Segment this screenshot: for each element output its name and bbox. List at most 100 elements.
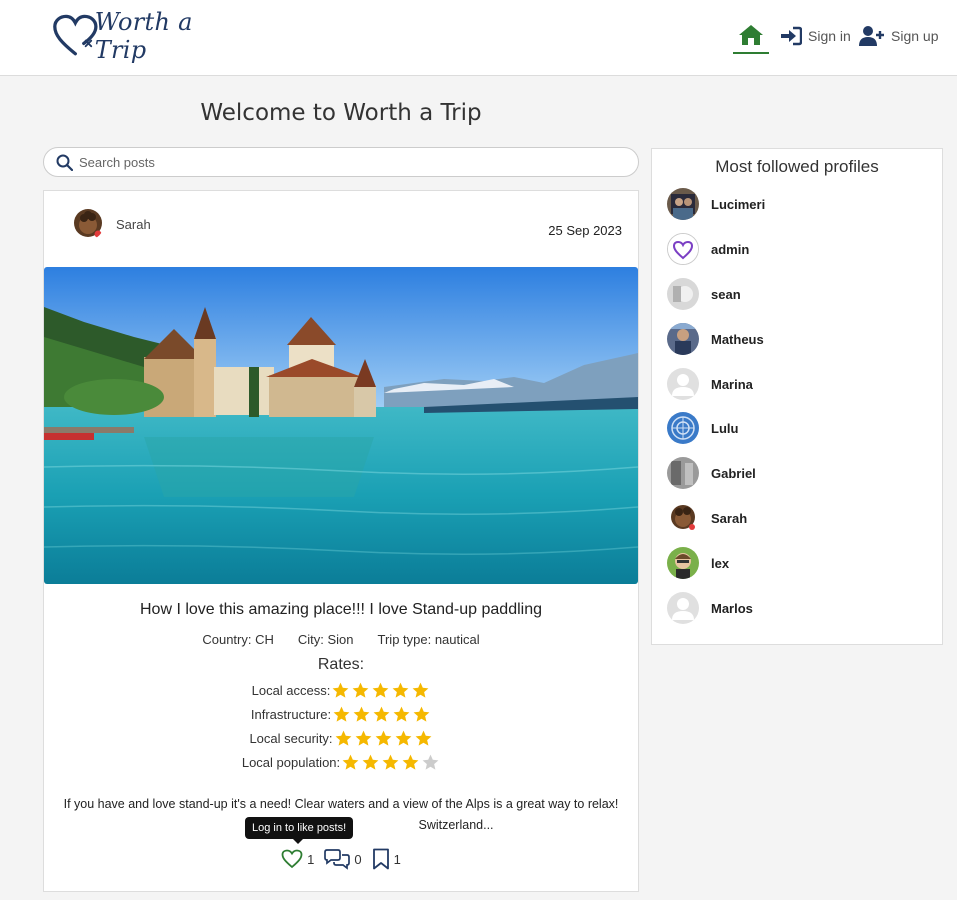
star-filled-icon: [395, 730, 411, 746]
search-input[interactable]: [79, 154, 579, 170]
post-country: Country: CH: [202, 632, 274, 647]
rates-heading: Rates:: [317, 656, 365, 673]
heart-logo-icon: [53, 14, 98, 56]
star-filled-icon: [352, 682, 369, 698]
bookmark-icon: [372, 848, 389, 870]
user-plus-icon: [859, 26, 884, 46]
post-author[interactable]: Sarah: [72, 208, 151, 240]
rate-label: Infrastructure:: [250, 707, 332, 722]
avatar: [667, 547, 699, 579]
signup-label: Sign up: [891, 28, 939, 44]
signin-label: Sign in: [808, 28, 851, 44]
star-filled-icon: [412, 682, 429, 698]
profile-name: admin: [711, 241, 750, 257]
star-filled-icon: [342, 754, 359, 770]
sign-in-icon: [781, 26, 802, 46]
page-title: Welcome to Worth a Trip: [200, 100, 482, 126]
profile-name: Gabriel: [711, 465, 756, 481]
star-rating: [341, 753, 440, 772]
rate-label: Local access:: [251, 683, 331, 698]
like-tooltip: Log in to like posts!: [245, 817, 354, 844]
star-filled-icon: [392, 682, 409, 698]
post-image[interactable]: [44, 267, 638, 584]
profile-name: Sarah: [711, 510, 748, 526]
profile-item[interactable]: admin: [667, 233, 749, 265]
profile-item[interactable]: Lulu: [667, 412, 738, 444]
profile-item[interactable]: Sarah: [667, 502, 747, 534]
post-city: City: Sion: [297, 632, 354, 647]
like-count: 1: [307, 851, 315, 867]
star-filled-icon: [362, 754, 379, 770]
nav-signin-link[interactable]: Sign in: [780, 22, 851, 50]
nav-signup-link[interactable]: Sign up: [859, 22, 938, 50]
author-name: Sarah: [116, 216, 151, 232]
star-rating: [334, 729, 433, 748]
nav-home-link[interactable]: [733, 22, 769, 54]
bookmark-count: 1: [393, 851, 401, 867]
profile-item[interactable]: sean: [667, 278, 741, 310]
comment-count: 0: [354, 851, 362, 867]
star-filled-icon: [393, 706, 410, 722]
profile-name: Lucimeri: [711, 196, 766, 212]
rate-row-local-security: Local security:: [44, 729, 638, 748]
post-title: How I love this amazing place!!! I love …: [139, 601, 542, 618]
avatar: [667, 457, 699, 489]
author-avatar: [72, 208, 104, 240]
description-line: If you have and love stand-up it's a nee…: [63, 797, 619, 811]
rate-row-infrastructure: Infrastructure:: [44, 705, 638, 724]
star-filled-icon: [382, 754, 399, 770]
star-filled-icon: [335, 730, 351, 746]
profile-name: lex: [711, 555, 730, 571]
rate-label: Local population:: [241, 755, 341, 770]
rate-row-local-access: Local access:: [44, 681, 638, 700]
avatar: [667, 233, 699, 265]
profile-name: Matheus: [711, 331, 764, 347]
home-icon: [739, 25, 763, 45]
star-filled-icon: [332, 682, 349, 698]
most-followed-profiles: Most followed profiles Lucimeri admin se…: [651, 148, 943, 645]
star-rating: [332, 705, 431, 724]
search-bar: [43, 147, 639, 177]
profile-name: Marlos: [711, 600, 753, 616]
avatar: [667, 502, 699, 534]
search-icon: [56, 154, 73, 171]
star-filled-icon: [415, 730, 431, 746]
avatar: [667, 412, 699, 444]
star-filled-icon: [355, 730, 371, 746]
avatar: [667, 368, 699, 400]
rate-label: Local security:: [249, 731, 333, 746]
star-filled-icon: [413, 706, 430, 722]
profile-item[interactable]: Gabriel: [667, 457, 756, 489]
profile-item[interactable]: Lucimeri: [667, 188, 765, 220]
comments-icon: [324, 849, 351, 870]
post-trip-type: Trip type: nautical: [377, 632, 480, 647]
profile-item[interactable]: lex: [667, 547, 729, 579]
heart-icon: [281, 849, 303, 869]
sidebar-title: Most followed profiles: [715, 157, 879, 176]
profile-item[interactable]: Matheus: [667, 323, 764, 355]
like-button[interactable]: [281, 849, 303, 869]
star-filled-icon: [372, 682, 389, 698]
profile-name: Marina: [711, 376, 753, 392]
post-meta: Country: CH City: Sion Trip type: nautic…: [44, 632, 638, 647]
star-filled-icon: [373, 706, 390, 722]
brand-name: Worth a Trip: [94, 8, 193, 64]
avatar: [667, 323, 699, 355]
star-empty-icon: [422, 754, 439, 770]
profile-item[interactable]: Marina: [667, 368, 753, 400]
navbar: Worth a Trip Sign in Sign up: [0, 0, 957, 76]
bookmark-button[interactable]: [372, 848, 390, 870]
avatar: [667, 592, 699, 624]
profile-name: Lulu: [711, 420, 739, 436]
rate-row-local-population: Local population:: [44, 753, 638, 772]
star-rating: [331, 681, 430, 700]
brand-logo[interactable]: Worth a Trip: [52, 8, 242, 64]
profile-item[interactable]: Marlos: [667, 592, 753, 624]
star-filled-icon: [333, 706, 350, 722]
star-filled-icon: [375, 730, 391, 746]
post-date: 25 Sep 2023: [548, 223, 622, 238]
comments-button[interactable]: [324, 848, 351, 870]
post-actions: 1 0 1: [44, 848, 638, 870]
profile-name: sean: [711, 286, 741, 302]
star-filled-icon: [402, 754, 419, 770]
